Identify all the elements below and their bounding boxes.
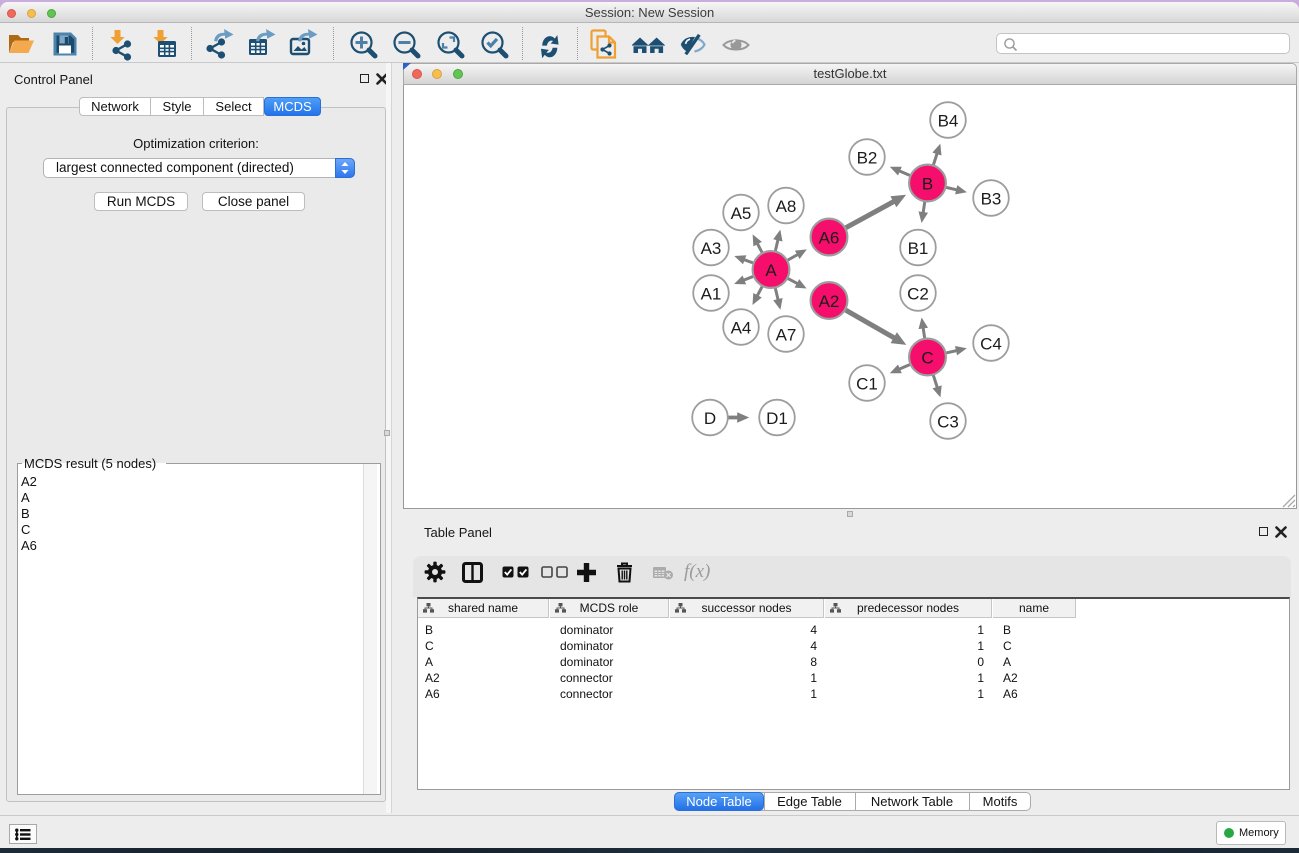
svg-text:B2: B2: [857, 149, 878, 168]
svg-text:D: D: [704, 409, 716, 428]
svg-text:A8: A8: [776, 197, 797, 216]
svg-text:B1: B1: [908, 239, 929, 258]
svg-text:A1: A1: [701, 285, 722, 304]
svg-text:C3: C3: [937, 413, 959, 432]
svg-text:A2: A2: [819, 292, 840, 311]
svg-text:A7: A7: [776, 326, 797, 345]
svg-text:B: B: [922, 175, 933, 194]
svg-text:C: C: [921, 349, 933, 368]
svg-text:A4: A4: [731, 319, 752, 338]
svg-text:A6: A6: [819, 229, 840, 248]
svg-text:B3: B3: [981, 190, 1002, 209]
svg-text:B4: B4: [938, 112, 959, 131]
svg-text:A5: A5: [731, 204, 752, 223]
svg-text:C1: C1: [856, 375, 878, 394]
svg-text:A3: A3: [701, 239, 722, 258]
svg-text:D1: D1: [766, 409, 788, 428]
svg-text:C4: C4: [980, 335, 1002, 354]
svg-text:A: A: [765, 261, 777, 280]
svg-text:C2: C2: [907, 285, 929, 304]
